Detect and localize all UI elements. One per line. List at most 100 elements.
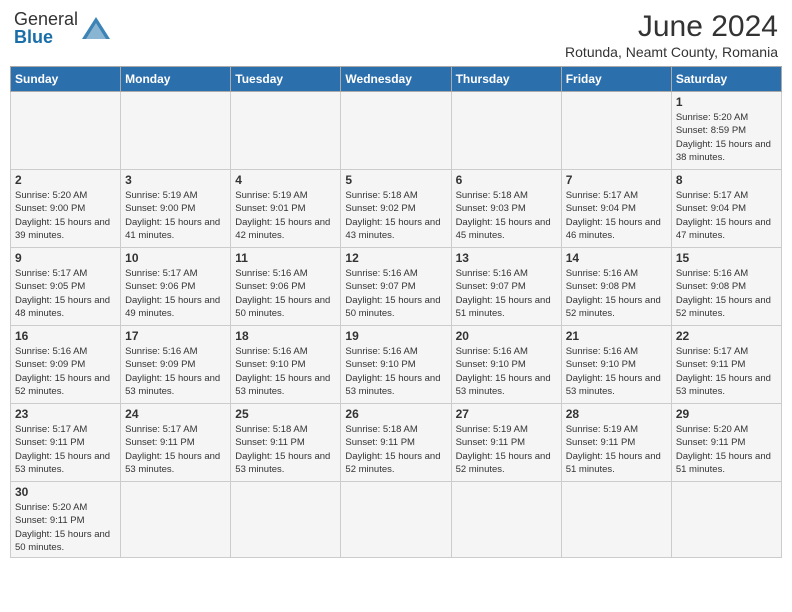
- day-info: Sunrise: 5:18 AM Sunset: 9:11 PM Dayligh…: [235, 423, 336, 476]
- calendar-cell: 24 Sunrise: 5:17 AM Sunset: 9:11 PM Dayli…: [121, 404, 231, 482]
- day-number: 30: [15, 485, 116, 499]
- calendar-cell: [231, 92, 341, 170]
- day-number: 19: [345, 329, 446, 343]
- calendar-cell: [451, 92, 561, 170]
- logo-icon: [82, 17, 110, 39]
- day-header-friday: Friday: [561, 67, 671, 92]
- day-info: Sunrise: 5:20 AM Sunset: 9:11 PM Dayligh…: [676, 423, 777, 476]
- day-header-thursday: Thursday: [451, 67, 561, 92]
- day-number: 24: [125, 407, 226, 421]
- calendar-cell: 27 Sunrise: 5:19 AM Sunset: 9:11 PM Dayli…: [451, 404, 561, 482]
- logo-text: General Blue: [14, 10, 78, 46]
- calendar-cell: 10Sunrise: 5:17 AM Sunset: 9:06 PM Dayli…: [121, 248, 231, 326]
- calendar-cell: 21 Sunrise: 5:16 AM Sunset: 9:10 PM Dayli…: [561, 326, 671, 404]
- calendar-cell: [121, 482, 231, 558]
- week-row-6: 30 Sunrise: 5:20 AM Sunset: 9:11 PM Dayli…: [11, 482, 782, 558]
- calendar-cell: [451, 482, 561, 558]
- day-info: Sunrise: 5:16 AM Sunset: 9:09 PM Dayligh…: [15, 345, 116, 398]
- day-header-saturday: Saturday: [671, 67, 781, 92]
- day-number: 26: [345, 407, 446, 421]
- day-info: Sunrise: 5:16 AM Sunset: 9:10 PM Dayligh…: [456, 345, 557, 398]
- calendar-cell: [671, 482, 781, 558]
- day-info: Sunrise: 5:16 AM Sunset: 9:10 PM Dayligh…: [566, 345, 667, 398]
- calendar-cell: 1Sunrise: 5:20 AM Sunset: 8:59 PM Daylig…: [671, 92, 781, 170]
- day-info: Sunrise: 5:16 AM Sunset: 9:09 PM Dayligh…: [125, 345, 226, 398]
- calendar-table: SundayMondayTuesdayWednesdayThursdayFrid…: [10, 66, 782, 558]
- day-number: 29: [676, 407, 777, 421]
- day-info: Sunrise: 5:16 AM Sunset: 9:08 PM Dayligh…: [676, 267, 777, 320]
- day-number: 17: [125, 329, 226, 343]
- day-info: Sunrise: 5:19 AM Sunset: 9:11 PM Dayligh…: [456, 423, 557, 476]
- calendar-cell: 14 Sunrise: 5:16 AM Sunset: 9:08 PM Dayli…: [561, 248, 671, 326]
- calendar-cell: 26 Sunrise: 5:18 AM Sunset: 9:11 PM Dayli…: [341, 404, 451, 482]
- calendar-cell: 11Sunrise: 5:16 AM Sunset: 9:06 PM Dayli…: [231, 248, 341, 326]
- logo-general: General: [14, 9, 78, 29]
- calendar-cell: 17 Sunrise: 5:16 AM Sunset: 9:09 PM Dayli…: [121, 326, 231, 404]
- day-number: 2: [15, 173, 116, 187]
- day-info: Sunrise: 5:16 AM Sunset: 9:07 PM Dayligh…: [345, 267, 446, 320]
- calendar-cell: 25 Sunrise: 5:18 AM Sunset: 9:11 PM Dayli…: [231, 404, 341, 482]
- calendar-cell: 8Sunrise: 5:17 AM Sunset: 9:04 PM Daylig…: [671, 170, 781, 248]
- day-number: 27: [456, 407, 557, 421]
- day-number: 16: [15, 329, 116, 343]
- calendar-cell: 6 Sunrise: 5:18 AM Sunset: 9:03 PM Daylig…: [451, 170, 561, 248]
- calendar-cell: [561, 92, 671, 170]
- calendar-cell: 29 Sunrise: 5:20 AM Sunset: 9:11 PM Dayli…: [671, 404, 781, 482]
- day-info: Sunrise: 5:16 AM Sunset: 9:10 PM Dayligh…: [345, 345, 446, 398]
- day-info: Sunrise: 5:18 AM Sunset: 9:03 PM Dayligh…: [456, 189, 557, 242]
- location-subtitle: Rotunda, Neamt County, Romania: [565, 44, 778, 60]
- day-info: Sunrise: 5:16 AM Sunset: 9:06 PM Dayligh…: [235, 267, 336, 320]
- day-number: 10: [125, 251, 226, 265]
- day-number: 28: [566, 407, 667, 421]
- calendar-cell: 5 Sunrise: 5:18 AM Sunset: 9:02 PM Daylig…: [341, 170, 451, 248]
- day-number: 6: [456, 173, 557, 187]
- day-number: 25: [235, 407, 336, 421]
- week-row-5: 23Sunrise: 5:17 AM Sunset: 9:11 PM Dayli…: [11, 404, 782, 482]
- day-info: Sunrise: 5:19 AM Sunset: 9:11 PM Dayligh…: [566, 423, 667, 476]
- day-number: 21: [566, 329, 667, 343]
- calendar-cell: [231, 482, 341, 558]
- calendar-cell: 20 Sunrise: 5:16 AM Sunset: 9:10 PM Dayli…: [451, 326, 561, 404]
- day-number: 3: [125, 173, 226, 187]
- calendar-cell: 4 Sunrise: 5:19 AM Sunset: 9:01 PM Daylig…: [231, 170, 341, 248]
- day-info: Sunrise: 5:17 AM Sunset: 9:11 PM Dayligh…: [125, 423, 226, 476]
- day-number: 20: [456, 329, 557, 343]
- day-number: 15: [676, 251, 777, 265]
- week-row-2: 2 Sunrise: 5:20 AM Sunset: 9:00 PM Daylig…: [11, 170, 782, 248]
- calendar-cell: 23Sunrise: 5:17 AM Sunset: 9:11 PM Dayli…: [11, 404, 121, 482]
- calendar-cell: [561, 482, 671, 558]
- day-number: 7: [566, 173, 667, 187]
- calendar-cell: 9Sunrise: 5:17 AM Sunset: 9:05 PM Daylig…: [11, 248, 121, 326]
- calendar-cell: [341, 92, 451, 170]
- day-number: 1: [676, 95, 777, 109]
- day-info: Sunrise: 5:19 AM Sunset: 9:01 PM Dayligh…: [235, 189, 336, 242]
- day-info: Sunrise: 5:18 AM Sunset: 9:11 PM Dayligh…: [345, 423, 446, 476]
- day-number: 9: [15, 251, 116, 265]
- day-number: 4: [235, 173, 336, 187]
- calendar-cell: 13Sunrise: 5:16 AM Sunset: 9:07 PM Dayli…: [451, 248, 561, 326]
- day-header-monday: Monday: [121, 67, 231, 92]
- day-number: 12: [345, 251, 446, 265]
- day-number: 5: [345, 173, 446, 187]
- day-number: 22: [676, 329, 777, 343]
- logo-blue: Blue: [14, 27, 53, 47]
- day-number: 8: [676, 173, 777, 187]
- day-info: Sunrise: 5:16 AM Sunset: 9:08 PM Dayligh…: [566, 267, 667, 320]
- calendar-cell: 30 Sunrise: 5:20 AM Sunset: 9:11 PM Dayli…: [11, 482, 121, 558]
- day-number: 14: [566, 251, 667, 265]
- day-info: Sunrise: 5:18 AM Sunset: 9:02 PM Dayligh…: [345, 189, 446, 242]
- week-row-3: 9Sunrise: 5:17 AM Sunset: 9:05 PM Daylig…: [11, 248, 782, 326]
- day-header-sunday: Sunday: [11, 67, 121, 92]
- title-block: June 2024 Rotunda, Neamt County, Romania: [565, 10, 778, 60]
- calendar-cell: 7Sunrise: 5:17 AM Sunset: 9:04 PM Daylig…: [561, 170, 671, 248]
- day-info: Sunrise: 5:20 AM Sunset: 9:11 PM Dayligh…: [15, 501, 116, 554]
- day-info: Sunrise: 5:17 AM Sunset: 9:11 PM Dayligh…: [15, 423, 116, 476]
- day-info: Sunrise: 5:17 AM Sunset: 9:11 PM Dayligh…: [676, 345, 777, 398]
- calendar-cell: 2 Sunrise: 5:20 AM Sunset: 9:00 PM Daylig…: [11, 170, 121, 248]
- calendar-header-row: SundayMondayTuesdayWednesdayThursdayFrid…: [11, 67, 782, 92]
- logo: General Blue: [14, 10, 110, 46]
- day-info: Sunrise: 5:20 AM Sunset: 9:00 PM Dayligh…: [15, 189, 116, 242]
- week-row-4: 16 Sunrise: 5:16 AM Sunset: 9:09 PM Dayli…: [11, 326, 782, 404]
- calendar-cell: 16 Sunrise: 5:16 AM Sunset: 9:09 PM Dayli…: [11, 326, 121, 404]
- calendar-cell: 12 Sunrise: 5:16 AM Sunset: 9:07 PM Dayli…: [341, 248, 451, 326]
